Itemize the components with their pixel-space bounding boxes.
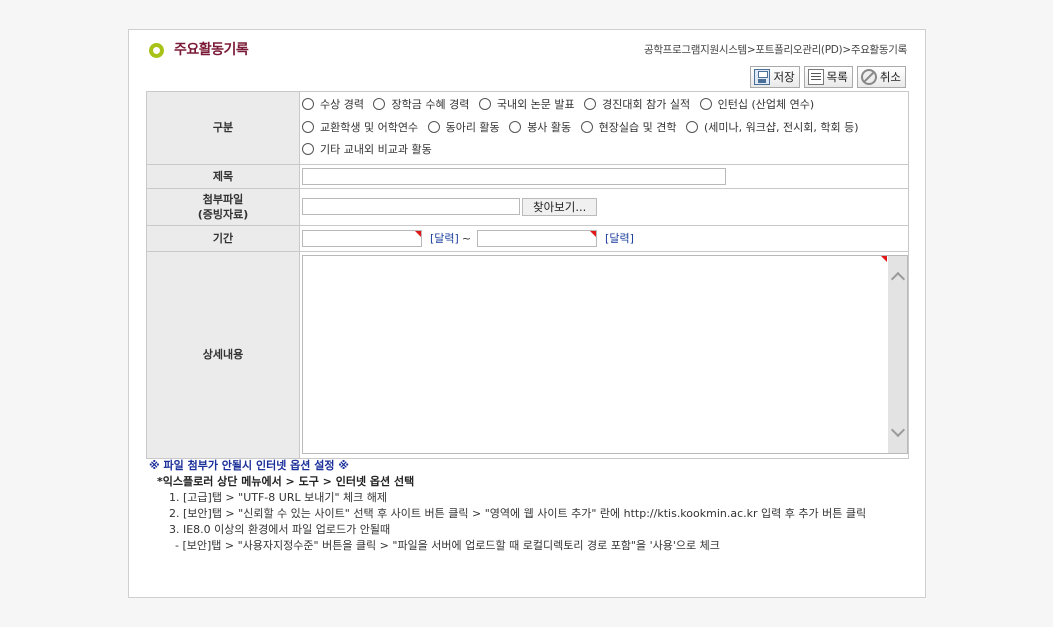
activity-form-table: 구분 수상 경력 장학금 수혜 경력 국내외 논문 발표 경진대회 참가 실적 … bbox=[146, 91, 909, 459]
notes-step-2: 2. [보안]탭 > "신뢰할 수 있는 사이트" 선택 후 사이트 버튼 클릭… bbox=[169, 507, 867, 520]
category-radio-award[interactable]: 수상 경력 bbox=[302, 94, 364, 117]
textarea-scrollbar[interactable] bbox=[888, 256, 907, 453]
radio-circle-icon[interactable] bbox=[302, 98, 314, 110]
save-button[interactable]: 저장 bbox=[750, 66, 800, 88]
notes-step-3-detail: - [보안]탭 > "사용자지정수준" 버튼을 클릭 > "파일을 서버에 업로… bbox=[175, 539, 720, 552]
cancel-button-label: 취소 bbox=[879, 70, 901, 84]
attachment-file-input[interactable] bbox=[302, 198, 520, 215]
category-radio-club[interactable]: 동아리 활동 bbox=[427, 117, 500, 140]
breadcrumb: 공학프로그램지원시스템>포트폴리오관리(PD)>주요활동기록 bbox=[643, 44, 907, 56]
radio-circle-icon[interactable] bbox=[580, 120, 593, 133]
radio-circle-icon[interactable] bbox=[302, 120, 314, 133]
end-date-input[interactable] bbox=[477, 229, 598, 247]
radio-circle-icon[interactable] bbox=[373, 98, 386, 110]
floppy-disk-icon bbox=[754, 69, 771, 85]
notes-step-1: 1. [고급]탭 > "UTF-8 URL 보내기" 체크 해제 bbox=[169, 491, 387, 504]
category-radio-scholarship[interactable]: 장학금 수혜 경력 bbox=[373, 94, 469, 117]
radio-circle-icon[interactable] bbox=[427, 120, 440, 133]
category-label: 구분 bbox=[146, 91, 300, 165]
toolbar: 저장 목록 취소 bbox=[750, 66, 906, 88]
start-calendar-link[interactable]: [달력] bbox=[430, 232, 459, 245]
category-radio-volunteer[interactable]: 봉사 활동 bbox=[509, 117, 571, 140]
bullet-circle-icon bbox=[149, 43, 164, 58]
upload-help-notes: ※ 파일 첨부가 안될시 인터넷 옵션 설정 ※ *익스플로러 상단 메뉴에서 … bbox=[149, 458, 909, 554]
notes-heading: ※ 파일 첨부가 안될시 인터넷 옵션 설정 ※ bbox=[149, 459, 349, 472]
scroll-down-arrow-icon[interactable] bbox=[890, 422, 906, 438]
radio-circle-icon[interactable] bbox=[699, 98, 712, 110]
category-radio-internship[interactable]: 인턴십 (산업체 연수) bbox=[699, 94, 814, 117]
detail-textarea[interactable] bbox=[302, 255, 908, 454]
browse-button[interactable]: 찾아보기... bbox=[522, 197, 598, 216]
notes-subheading: *익스플로러 상단 메뉴에서 > 도구 > 인터넷 옵션 선택 bbox=[157, 475, 415, 488]
radio-circle-icon[interactable] bbox=[686, 120, 699, 133]
cancel-icon bbox=[860, 69, 877, 85]
period-separator: ~ bbox=[461, 231, 472, 245]
page-title: 주요활동기록 bbox=[174, 42, 249, 58]
attachment-label: 첨부파일 (증빙자료) bbox=[146, 187, 300, 226]
category-radio-contest[interactable]: 경진대회 참가 실적 bbox=[584, 94, 690, 117]
list-button-label: 목록 bbox=[826, 70, 848, 84]
page-header: 주요활동기록 공학프로그램지원시스템>포트폴리오관리(PD)>주요활동기록 bbox=[147, 39, 907, 61]
category-radio-exchange[interactable]: 교환학생 및 어학연수 bbox=[302, 117, 418, 140]
title-label: 제목 bbox=[146, 163, 300, 189]
notes-step-3: 3. IE8.0 이상의 환경에서 파일 업로드가 안될때 bbox=[169, 523, 391, 536]
radio-circle-icon[interactable] bbox=[478, 98, 491, 110]
cancel-button[interactable]: 취소 bbox=[856, 66, 906, 88]
period-label: 기간 bbox=[146, 224, 300, 252]
required-marker-icon bbox=[881, 256, 887, 262]
category-radio-group: 수상 경력 장학금 수혜 경력 국내외 논문 발표 경진대회 참가 실적 인턴십… bbox=[299, 91, 909, 165]
category-radio-fieldwork[interactable]: 현장실습 및 견학 bbox=[580, 117, 677, 140]
start-date-input[interactable] bbox=[302, 229, 422, 247]
list-button[interactable]: 목록 bbox=[803, 66, 853, 88]
radio-circle-icon[interactable] bbox=[302, 143, 314, 155]
category-radio-other[interactable]: 기타 교내외 비교과 활동 bbox=[302, 139, 432, 162]
end-calendar-link[interactable]: [달력] bbox=[605, 232, 634, 245]
category-radio-paper[interactable]: 국내외 논문 발표 bbox=[478, 94, 575, 117]
category-radio-seminar[interactable]: (세미나, 워크샵, 전시회, 학회 등) bbox=[686, 117, 859, 140]
radio-circle-icon[interactable] bbox=[584, 98, 597, 110]
radio-circle-icon[interactable] bbox=[509, 120, 522, 133]
main-panel: 주요활동기록 공학프로그램지원시스템>포트폴리오관리(PD)>주요활동기록 저장… bbox=[128, 29, 926, 598]
save-button-label: 저장 bbox=[773, 70, 795, 84]
scroll-up-arrow-icon[interactable] bbox=[890, 271, 906, 287]
title-input[interactable] bbox=[302, 167, 726, 185]
list-icon bbox=[807, 69, 824, 85]
detail-label: 상세내용 bbox=[146, 250, 300, 459]
